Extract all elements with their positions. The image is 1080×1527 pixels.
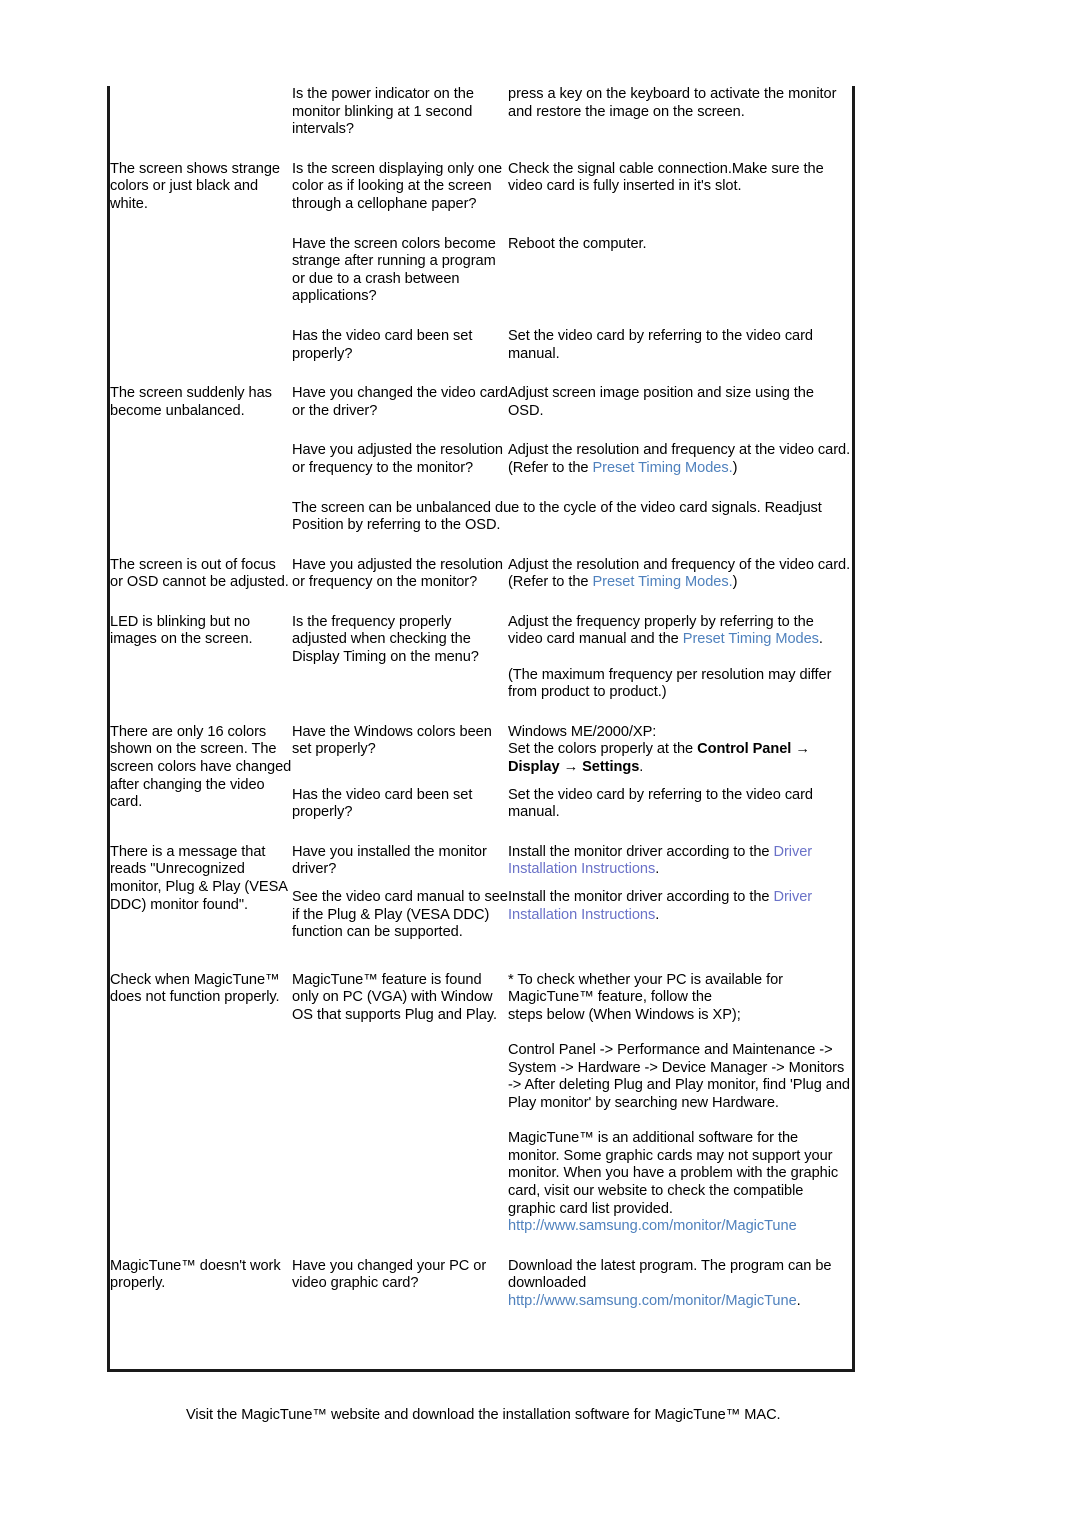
table-row: Check when MagicTune™ does not function … bbox=[110, 972, 852, 1258]
row-solution: Adjust the resolution and frequency at t… bbox=[508, 442, 852, 499]
refer-close-paren: ) bbox=[732, 574, 738, 591]
row-solution: Install the monitor driver according to … bbox=[508, 889, 852, 972]
table-row: MagicTune™ doesn't work properly. Have y… bbox=[110, 1258, 852, 1333]
row-solution: Set the video card by referring to the v… bbox=[508, 327, 814, 362]
row-check: Is the screen displaying only one color … bbox=[292, 160, 503, 212]
solution-period: . bbox=[655, 861, 660, 878]
solution-period: . bbox=[818, 631, 823, 648]
solution-text: Install the monitor driver according to … bbox=[508, 889, 774, 905]
row-solution: press a key on the keyboard to activate … bbox=[508, 86, 837, 120]
row-check: MagicTune™ feature is found only on PC (… bbox=[292, 971, 498, 1023]
row-check: Have you installed the monitor driver? bbox=[292, 843, 487, 878]
row-symptom: The screen shows strange colors or just … bbox=[110, 160, 280, 212]
preset-timing-modes-link[interactable]: Preset Timing Modes. bbox=[592, 460, 732, 476]
row-check: Has the video card been set properly? bbox=[292, 327, 473, 362]
solution-text: Install the monitor driver according to … bbox=[508, 843, 774, 860]
row-check: Has the video card been set properly? bbox=[292, 786, 473, 821]
solution-period: . bbox=[639, 759, 644, 776]
row-solution: Adjust the frequency properly by referri… bbox=[508, 614, 852, 724]
table-row-span: The screen can be unbalanced due to the … bbox=[110, 500, 852, 557]
table-row: The screen is out of focus or OSD cannot… bbox=[110, 557, 852, 614]
row-solution: Adjust the resolution and frequency of t… bbox=[508, 557, 852, 614]
row-check: Have the screen colors become strange af… bbox=[292, 235, 496, 305]
solution-device-manager-path: Control Panel -> Performance and Mainten… bbox=[508, 1042, 850, 1111]
table-row: Have the screen colors become strange af… bbox=[110, 236, 852, 328]
refer-open-paren: (Refer to the bbox=[508, 459, 593, 476]
row-symptom: MagicTune™ doesn't work properly. bbox=[110, 1257, 281, 1292]
row-symptom: There are only 16 colors shown on the sc… bbox=[110, 723, 292, 811]
refer-open-paren: (Refer to the bbox=[508, 574, 593, 591]
preset-timing-modes-link[interactable]: Preset Timing Modes bbox=[683, 631, 819, 647]
magictune-website-link[interactable]: http://www.samsung.com/monitor/MagicTune bbox=[508, 1218, 797, 1234]
row-symptom bbox=[110, 236, 292, 328]
footnote-text: Visit the MagicTune™ website and downloa… bbox=[186, 1407, 781, 1423]
row-solution: Windows ME/2000/XP: Set the colors prope… bbox=[508, 724, 852, 787]
table-row: LED is blinking but no images on the scr… bbox=[110, 614, 852, 724]
row-span-text: The screen can be unbalanced due to the … bbox=[292, 499, 822, 534]
row-symptom bbox=[110, 86, 292, 161]
solution-text: Adjust the resolution and frequency at t… bbox=[508, 442, 851, 459]
row-symptom: The screen suddenly has become unbalance… bbox=[110, 385, 272, 419]
row-check: Have you changed your PC or video graphi… bbox=[292, 1257, 487, 1292]
table-row: There is a message that reads "Unrecogni… bbox=[110, 843, 852, 913]
row-check: Have the Windows colors been set properl… bbox=[292, 723, 492, 758]
row-check: See the video card manual to see if the … bbox=[292, 889, 508, 941]
solution-text: Adjust the resolution and frequency of t… bbox=[508, 556, 851, 573]
row-symptom: LED is blinking but no images on the scr… bbox=[110, 613, 253, 648]
row-symptom: Check when MagicTune™ does not function … bbox=[110, 971, 280, 1006]
row-check: Is the power indicator on the monitor bl… bbox=[292, 86, 474, 138]
row-solution: * To check whether your PC is available … bbox=[508, 972, 852, 1258]
solution-magictune-note: MagicTune™ is an additional software for… bbox=[508, 1130, 839, 1217]
solution-period: . bbox=[655, 906, 660, 923]
solution-check-intro: * To check whether your PC is available … bbox=[508, 971, 783, 1006]
magictune-download-link[interactable]: http://www.samsung.com/monitor/MagicTune bbox=[508, 1293, 797, 1309]
row-solution: Check the signal cable connection.Make s… bbox=[508, 160, 824, 195]
row-symptom bbox=[110, 328, 292, 385]
row-symptom bbox=[110, 500, 292, 557]
solution-steps-intro: steps below (When Windows is XP); bbox=[508, 1006, 741, 1023]
solution-text: Set the colors properly at the bbox=[508, 741, 698, 758]
row-symptom: The screen is out of focus or OSD cannot… bbox=[110, 556, 289, 591]
table-row: Has the video card been set properly? Se… bbox=[110, 328, 852, 385]
table-row: There are only 16 colors shown on the sc… bbox=[110, 723, 852, 810]
row-solution: Set the video card by referring to the v… bbox=[508, 786, 814, 821]
solution-note: (The maximum frequency per resolution ma… bbox=[508, 666, 832, 701]
row-check: Have you changed the video card or the d… bbox=[292, 385, 508, 419]
solution-period: . bbox=[796, 1292, 801, 1309]
row-symptom: There is a message that reads "Unrecogni… bbox=[110, 843, 288, 913]
row-check: Have you adjusted the resolution or freq… bbox=[292, 442, 503, 476]
table-row: Have you adjusted the resolution or freq… bbox=[110, 442, 852, 499]
row-solution: Install the monitor driver according to … bbox=[508, 844, 852, 889]
row-check: Have you adjusted the resolution or freq… bbox=[292, 556, 503, 591]
row-solution: Download the latest program. The program… bbox=[508, 1258, 852, 1333]
table-row: The screen suddenly has become unbalance… bbox=[110, 385, 852, 442]
troubleshooting-table: Is the power indicator on the monitor bl… bbox=[110, 86, 852, 1332]
table-row: Is the power indicator on the monitor bl… bbox=[110, 86, 852, 161]
page-canvas: Is the power indicator on the monitor bl… bbox=[0, 0, 1080, 1527]
row-solution: Reboot the computer. bbox=[508, 235, 647, 252]
troubleshooting-table-frame: Is the power indicator on the monitor bl… bbox=[107, 86, 855, 1372]
row-check: Is the frequency properly adjusted when … bbox=[292, 613, 479, 666]
row-symptom bbox=[110, 442, 292, 499]
table-row: The screen shows strange colors or just … bbox=[110, 161, 852, 236]
row-solution: Adjust screen image position and size us… bbox=[508, 385, 814, 419]
solution-text: Download the latest program. The program… bbox=[508, 1257, 832, 1292]
solution-os-line: Windows ME/2000/XP: bbox=[508, 723, 657, 740]
preset-timing-modes-link[interactable]: Preset Timing Modes. bbox=[592, 574, 732, 590]
refer-close-paren: ) bbox=[732, 459, 738, 476]
